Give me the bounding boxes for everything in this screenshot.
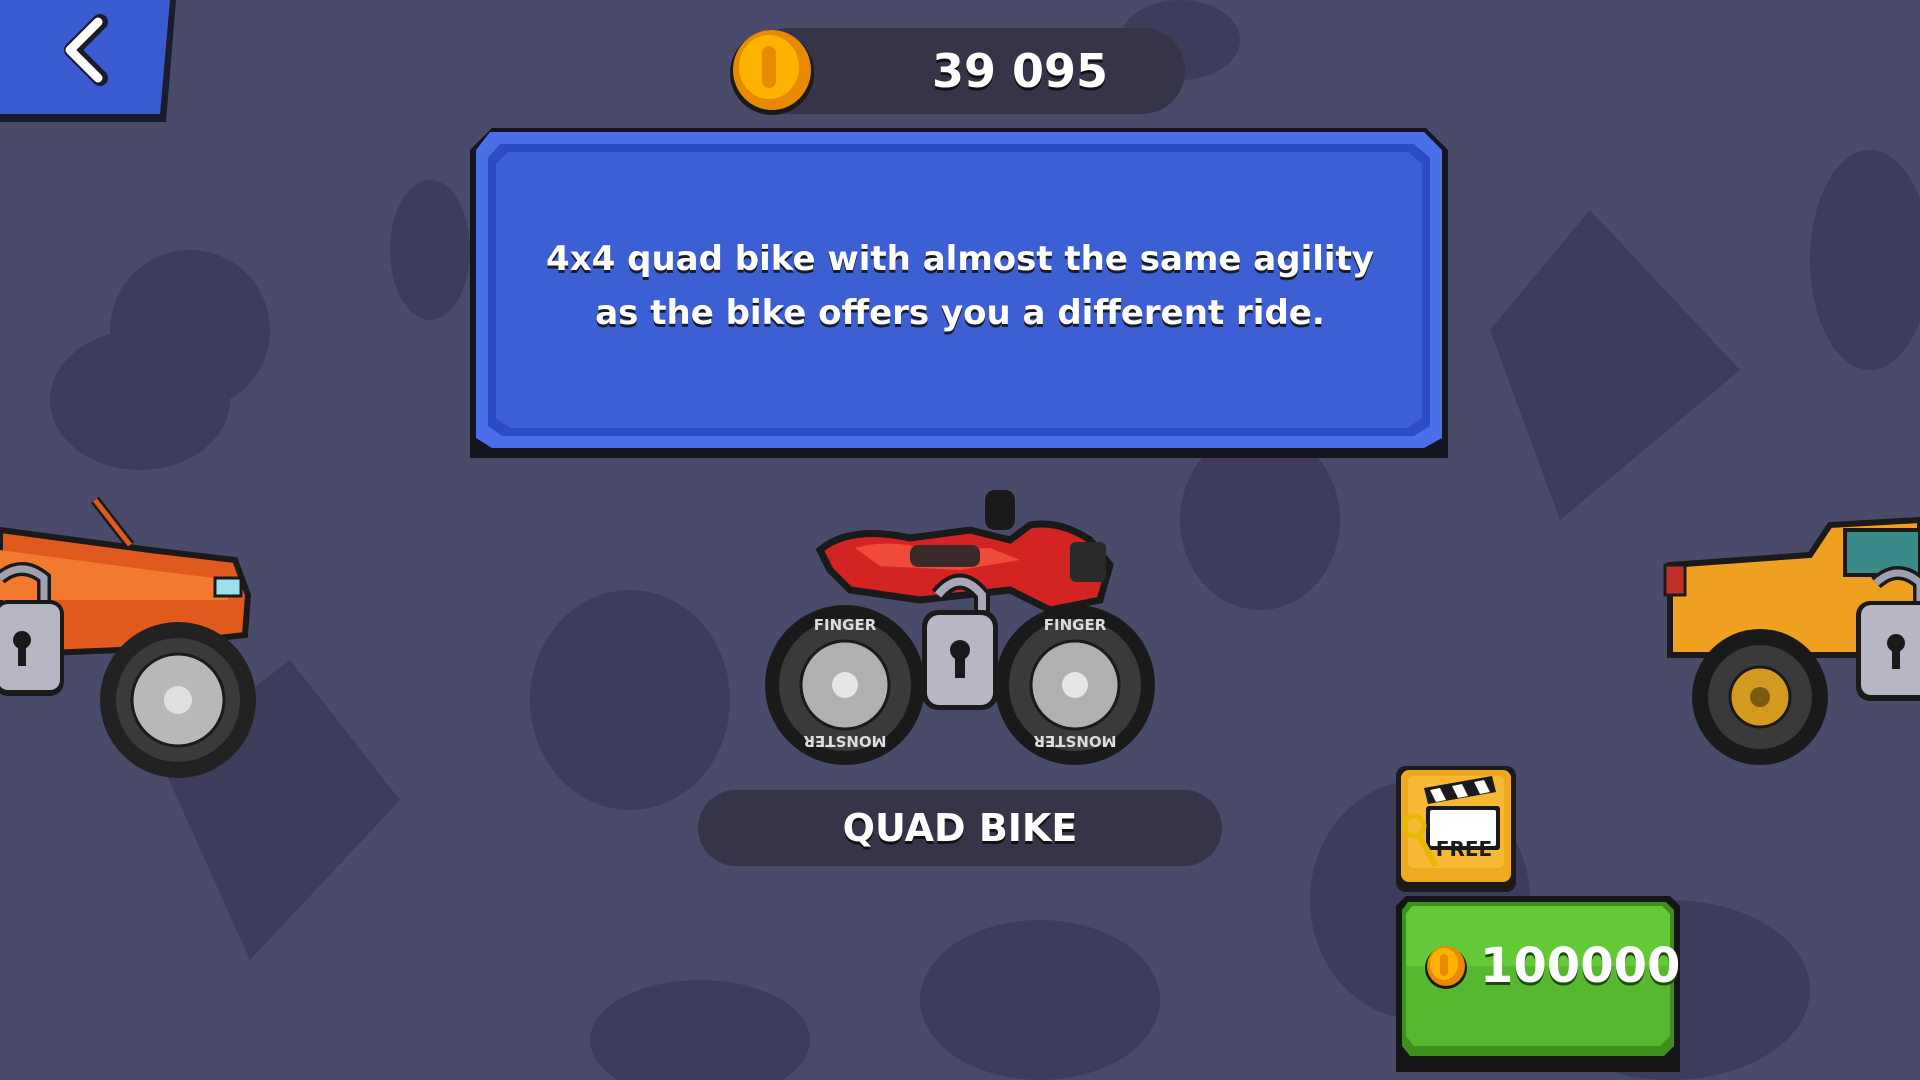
wheel-text-bottom-left: MONSTER xyxy=(803,732,887,750)
buy-price: 100000 xyxy=(1480,938,1681,994)
back-button[interactable] xyxy=(0,0,176,122)
wheel-text-top-right: FINGER xyxy=(1044,616,1107,634)
vehicle-right-locked[interactable] xyxy=(1660,505,1920,775)
chevron-left-icon xyxy=(0,0,176,122)
wheel-text-top-left: FINGER xyxy=(814,616,877,634)
vehicle-left-locked[interactable] xyxy=(0,490,260,800)
coin-balance: 39 095 xyxy=(931,44,1109,98)
quad-bike-vehicle[interactable]: FINGER FINGER MONSTER MONSTER xyxy=(760,490,1160,790)
vehicle-description: 4x4 quad bike with almost the same agili… xyxy=(546,239,1374,333)
gold-coin-icon xyxy=(730,30,814,115)
vehicle-name: QUAD BIKE xyxy=(698,790,1222,866)
free-label: FREE xyxy=(1435,837,1493,861)
clapperboard-key-icon xyxy=(1396,766,1516,892)
free-unlock-button[interactable] xyxy=(1396,766,1516,892)
wheel-text-bottom-right: MONSTER xyxy=(1033,732,1117,750)
gold-coin-icon xyxy=(1425,946,1467,989)
